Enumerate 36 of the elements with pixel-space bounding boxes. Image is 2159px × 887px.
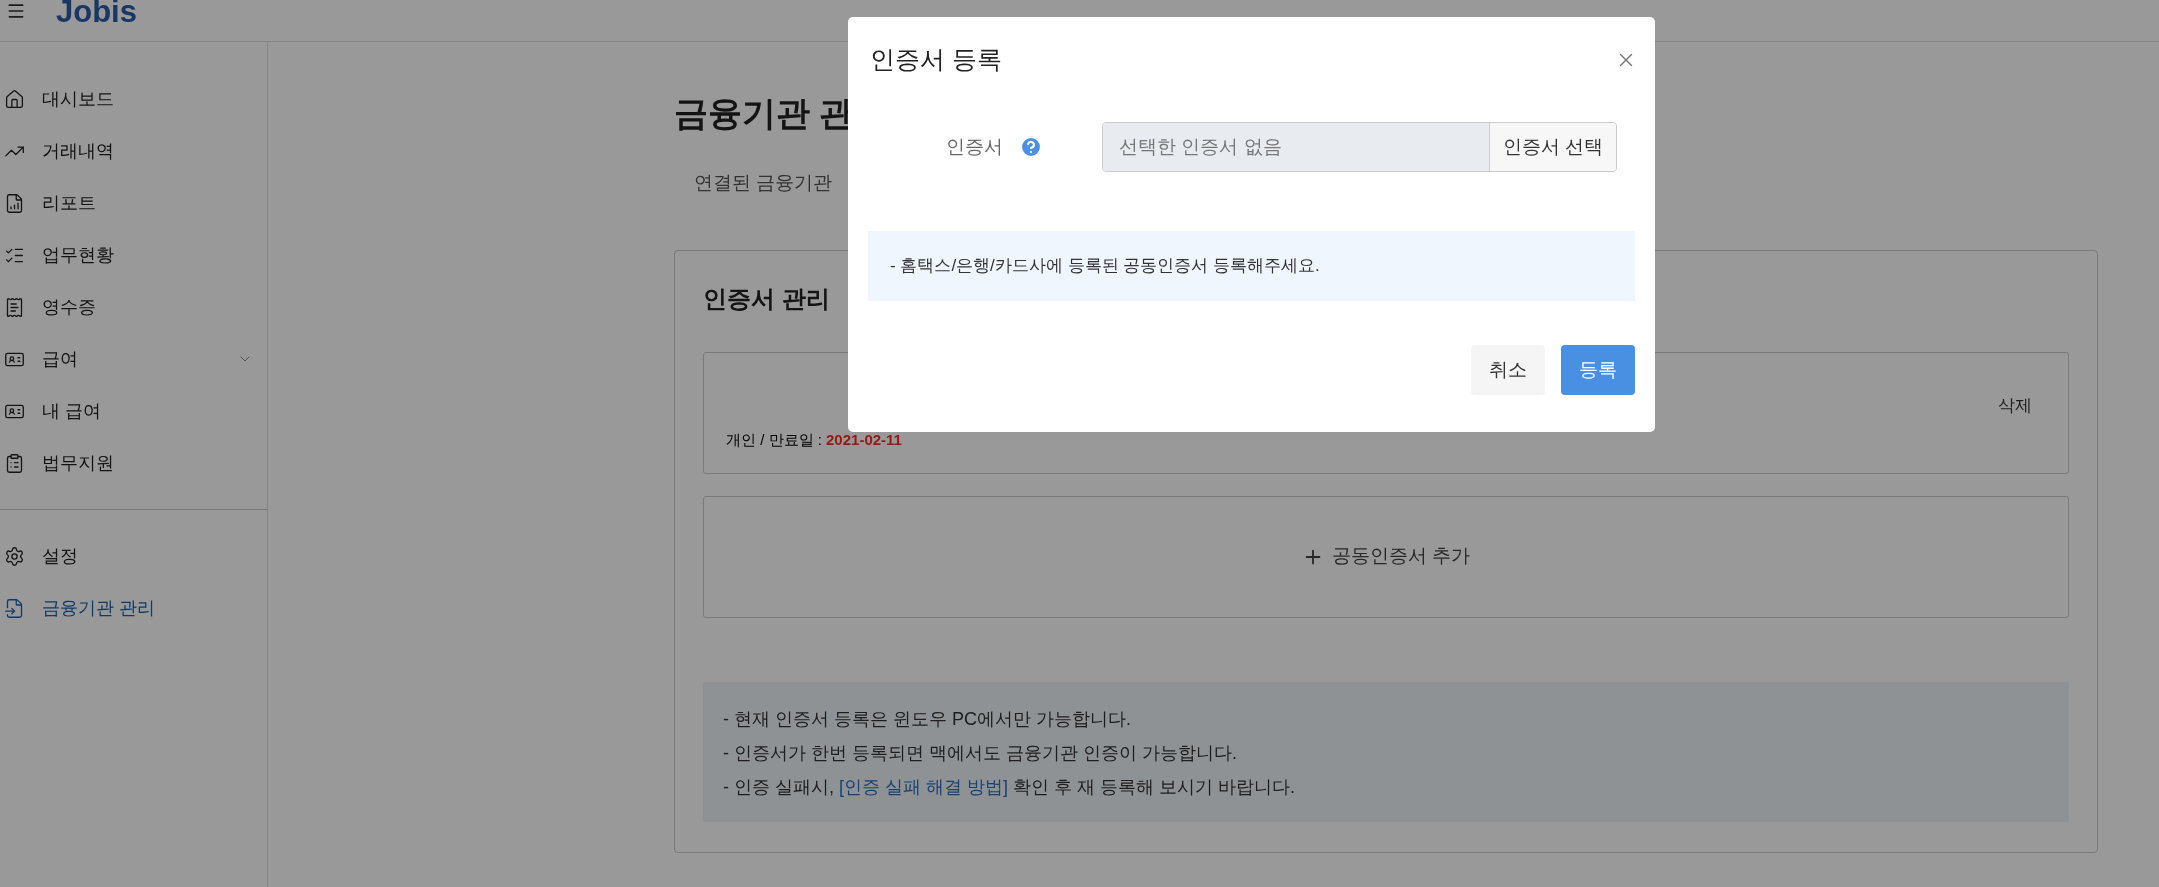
file-import-icon [4, 597, 25, 619]
modal-title: 인증서 등록 [870, 44, 1002, 76]
certificate-info: 개인 / 만료일 : 2021-02-11 [726, 430, 902, 448]
notice-text: - 현재 인증서 등록은 윈도우 PC에서만 가능합니다. [723, 707, 1131, 731]
sidebar-item[interactable]: 대시보드 [0, 73, 267, 125]
home-icon [4, 88, 25, 110]
sidebar-item[interactable]: 금융기관 관리 [0, 582, 267, 634]
card-title: 인증서 관리 [703, 283, 830, 314]
sidebar-item[interactable]: 업무현황 [0, 229, 267, 281]
menu-icon[interactable] [6, 1, 26, 21]
tab[interactable]: 연결된 금융기관 [694, 169, 833, 198]
register-button[interactable]: 등록 [1561, 345, 1635, 395]
report-file-icon [4, 192, 25, 214]
notice-text: - 인증서가 한번 등록되면 맥에서도 금융기관 인증이 가능합니다. [723, 741, 1237, 765]
clipboard-icon [4, 452, 25, 474]
delete-link[interactable]: 삭제 [1998, 392, 2032, 418]
field-label: 인증서 [946, 134, 1003, 159]
info-text: - 홈택스/은행/카드사에 등록된 공동인증서 등록해주세요. [868, 231, 1635, 301]
help-link[interactable]: [인증 실패 해결 방법] [839, 776, 1008, 797]
sidebar-item[interactable]: 법무지원 [0, 437, 267, 489]
add-certificate-button[interactable]: 공동인증서 추가 [703, 495, 2069, 618]
select-certificate-button[interactable]: 인증서 선택 [1488, 123, 1616, 171]
certificate-field[interactable]: 선택한 인증서 없음 인증서 선택 [1102, 122, 1617, 172]
sidebar-item[interactable]: 설정 [0, 530, 267, 582]
logo[interactable]: Jobis [56, 0, 137, 27]
receipt-icon [4, 296, 25, 318]
settings-icon [4, 545, 25, 567]
page-title: 금융기관 관 [674, 93, 854, 134]
notice-text: - 인증 실패시, [인증 실패 해결 방법] 확인 후 재 등록해 보시기 바랍니다. [723, 775, 1296, 799]
sidebar-item[interactable]: 거래내역 [0, 125, 267, 177]
sidebar-item[interactable]: 영수증 [0, 281, 267, 333]
cancel-button[interactable]: 취소 [1471, 345, 1545, 395]
sidebar-item[interactable]: 급여 [0, 333, 267, 385]
sidebar-item[interactable]: 리포트 [0, 177, 267, 229]
help-icon[interactable] [1019, 135, 1043, 159]
sidebar-item[interactable]: 내 급여 [0, 385, 267, 437]
